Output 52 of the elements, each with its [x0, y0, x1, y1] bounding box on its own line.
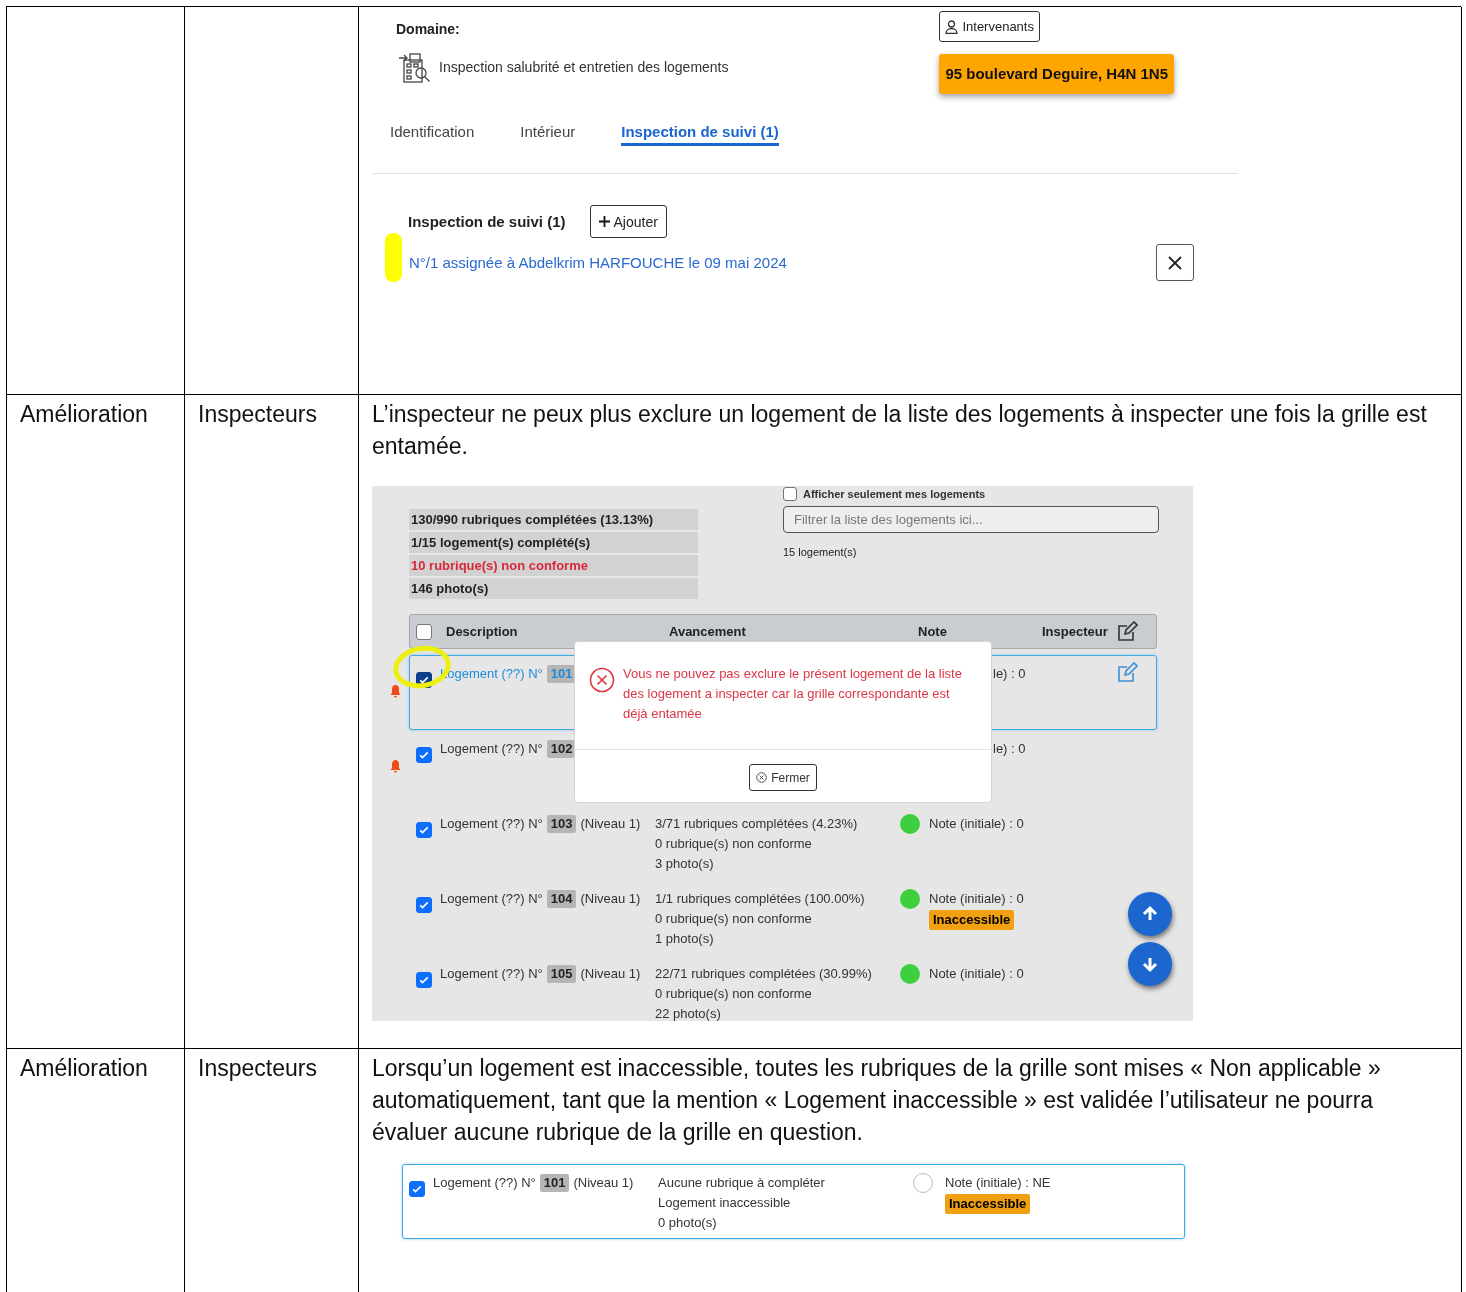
domain-name: Inspection salubrité et entretien des logements [439, 58, 729, 77]
unit-number: 103 [546, 815, 577, 833]
progress-text: 1/1 rubriques complétées (100.00%) [655, 890, 865, 908]
column-header: Inspecteur [1042, 622, 1109, 641]
progress-text: 1 photo(s) [655, 930, 714, 948]
level-label: (Niveau 1) [580, 890, 641, 908]
progress-text: 0 photo(s) [658, 1214, 717, 1232]
note-text: Note (initiale) : 0 [929, 965, 1024, 983]
unit-number: 101 [539, 1174, 570, 1192]
audience: Inspecteurs [198, 401, 317, 427]
note-text: Note (initiale) : 0 [929, 890, 1024, 908]
unit-number: 102 [546, 740, 577, 758]
progress-text: 0 rubrique(s) non conforme [655, 910, 812, 928]
note-text: Note (initiale) : 0 [929, 815, 1024, 833]
progress-text: 3 photo(s) [655, 855, 714, 873]
progress-text: 22 photo(s) [655, 1005, 721, 1021]
unit-label: Logement (??) N° [440, 740, 543, 758]
column-header: Note [918, 622, 948, 641]
level-label: (Niveau 1) [580, 965, 641, 983]
description-text: Lorsqu’un logement est inaccessible, toutes les rubriques de la grille sont mises « Non applicable » automatiquement, tant que la mention « Logement inaccessible » est validée l’utilisateur ne pourra évaluer aucune rubrique de la grille en question. [372, 1054, 1382, 1147]
unit-label: Logement (??) N° [433, 1174, 536, 1192]
audience: Inspecteurs [198, 1055, 317, 1081]
unit-label: Logement (??) N° [440, 965, 543, 983]
description-text: L’inspecteur ne peux plus exclure un logement de la liste des logements à inspecter une fois la grille est entamée. [372, 400, 1428, 461]
progress-text: Aucune rubrique à compléter [658, 1174, 825, 1192]
column-header: Description [446, 622, 519, 641]
count-text: 15 logement(s) [783, 545, 858, 560]
progress-text: 0 rubrique(s) non conforme [655, 985, 812, 1003]
inaccessible-badge: Inaccessible [945, 1194, 1031, 1214]
progress-text: 3/71 rubriques complétées (4.23%) [655, 815, 858, 833]
note-text: le) : 0 [993, 740, 1026, 758]
change-type: Amélioration [20, 1055, 148, 1081]
inaccessible-badge: Inaccessible [929, 910, 1015, 930]
error-message: Vous ne pouvez pas exclure le présent logement de la liste des logement a inspecter car la grille correspondante est déjà entamée [623, 665, 963, 723]
progress-text: 0 rubrique(s) non conforme [655, 835, 812, 853]
progress-text: 22/71 rubriques complétées (30.99%) [655, 965, 872, 983]
level-label: (Niveau 1) [580, 815, 641, 833]
progress-text: Logement inaccessible [658, 1194, 791, 1212]
level-label: (Niveau 1) [573, 1174, 634, 1192]
note-text: le) : 0 [993, 665, 1026, 683]
unit-label: Logement (??) N° [440, 890, 543, 908]
section-title: Inspection de suivi (1) [408, 211, 566, 232]
address-badge: 95 boulevard Deguire, H4N 1N5 [939, 54, 1174, 94]
change-type: Amélioration [20, 401, 148, 427]
unit-label: Logement (??) N° [440, 815, 543, 833]
unit-number: 101 [546, 665, 577, 683]
column-header: Avancement [669, 622, 747, 641]
unit-number: 104 [546, 890, 577, 908]
domain-label: Domaine: [396, 20, 461, 39]
unit-number: 105 [546, 965, 577, 983]
checkbox-label: Afficher seulement mes logements [803, 487, 986, 502]
note-text: Note (initiale) : NE [945, 1174, 1051, 1192]
